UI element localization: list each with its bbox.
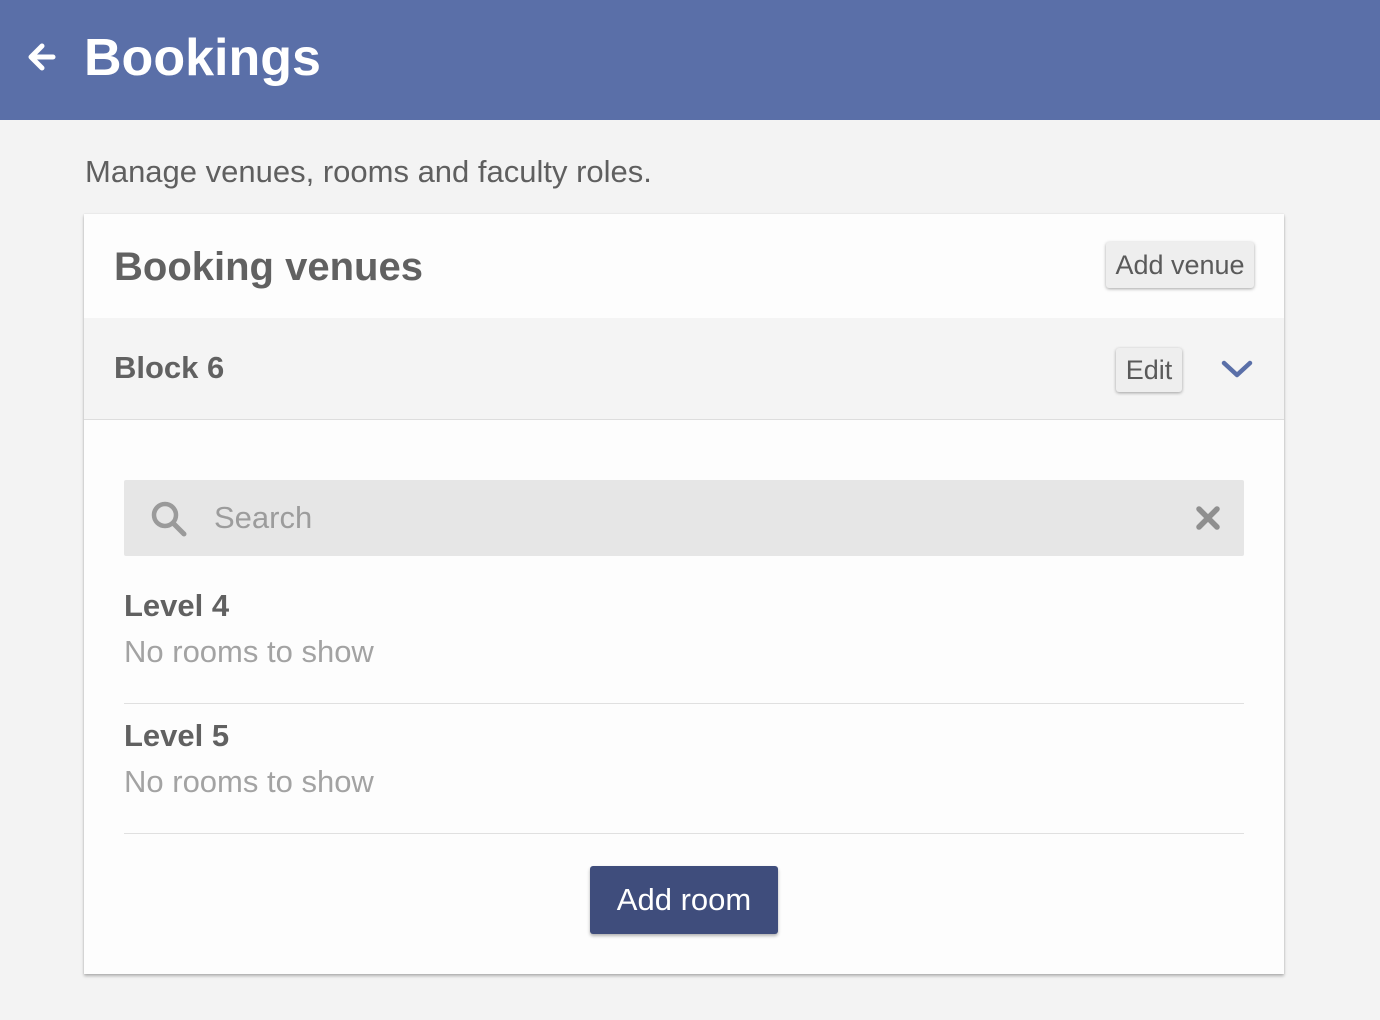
- page-title: Bookings: [84, 29, 321, 87]
- level-item: Level 5 No rooms to show: [124, 704, 1244, 834]
- back-button[interactable]: [22, 38, 60, 76]
- add-room-button[interactable]: Add room: [590, 866, 778, 934]
- search-icon: [151, 501, 187, 537]
- search-input[interactable]: [212, 480, 1172, 556]
- search-bar: [124, 480, 1244, 556]
- edit-venue-button[interactable]: Edit: [1116, 348, 1182, 392]
- venue-header[interactable]: Block 6 Edit: [84, 318, 1284, 420]
- page-description: Manage venues, rooms and faculty roles.: [85, 154, 652, 189]
- expand-toggle[interactable]: [1220, 354, 1254, 384]
- add-venue-button[interactable]: Add venue: [1106, 242, 1254, 288]
- level-empty-text: No rooms to show: [124, 634, 374, 669]
- app-bar: Bookings: [0, 0, 1380, 120]
- level-item: Level 4 No rooms to show: [124, 574, 1244, 704]
- level-name: Level 5: [124, 718, 230, 753]
- level-name: Level 4: [124, 588, 230, 623]
- card-title: Booking venues: [114, 245, 423, 289]
- arrow-left-icon: [28, 43, 56, 71]
- venue-name: Block 6: [114, 350, 225, 385]
- close-icon[interactable]: [1194, 504, 1222, 532]
- level-empty-text: No rooms to show: [124, 764, 374, 799]
- venues-card: Booking venues Add venue Block 6 Edit Le…: [84, 214, 1284, 974]
- chevron-down-icon: [1221, 360, 1253, 378]
